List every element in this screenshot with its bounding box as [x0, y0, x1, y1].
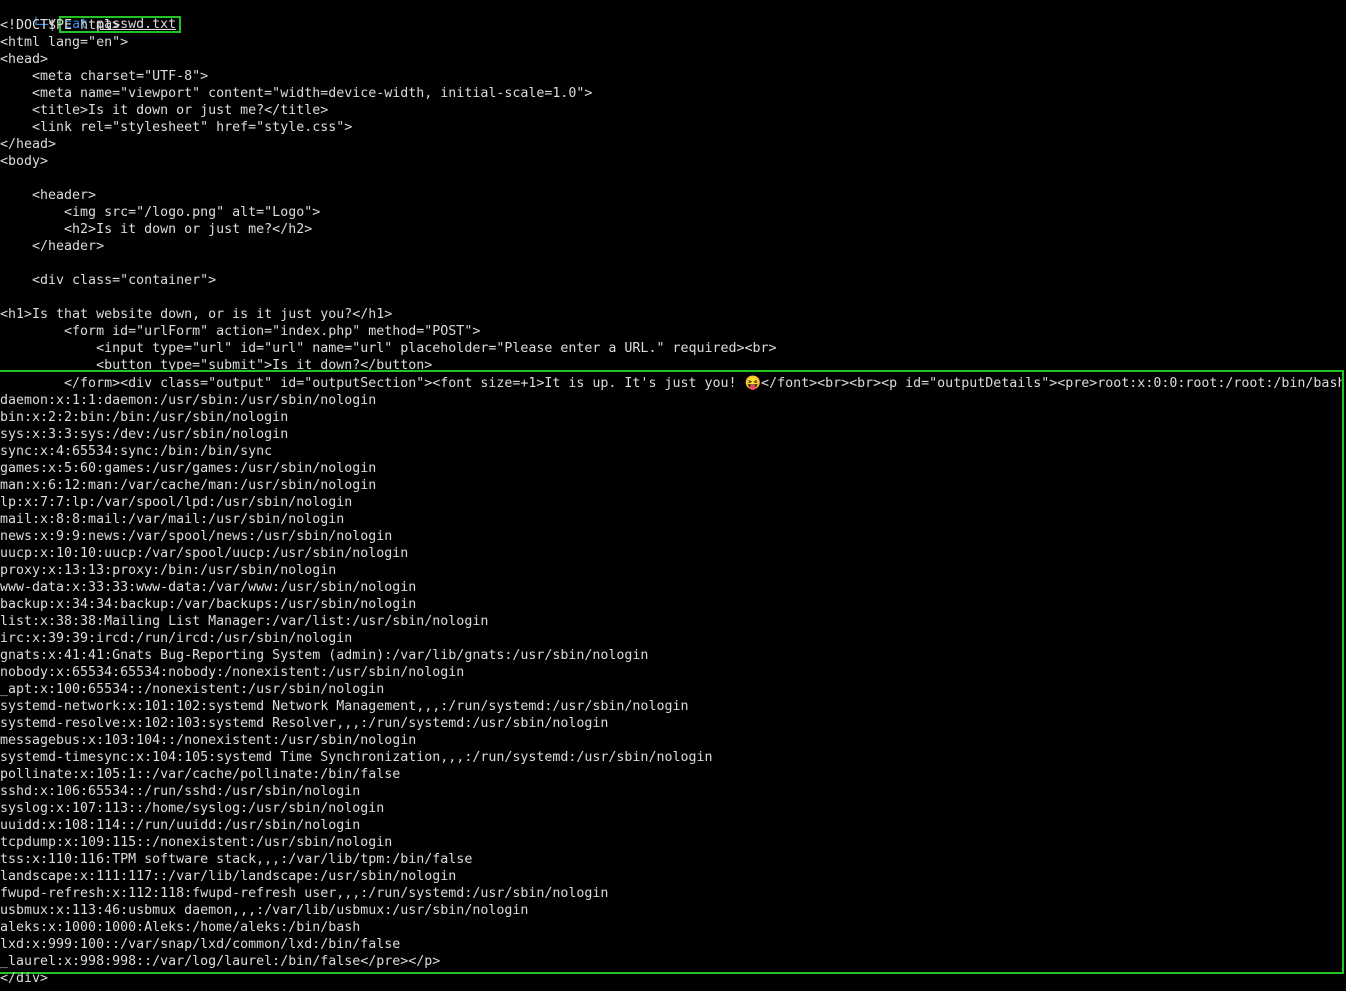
source-line: <html lang="en"> [0, 35, 129, 50]
source-line: <body> [0, 154, 49, 169]
source-line: <form id="urlForm" action="index.php" me… [0, 324, 481, 339]
passwd-entry-line: _apt:x:100:65534::/nonexistent:/usr/sbin… [0, 682, 385, 697]
passwd-entry-line: www-data:x:33:33:www-data:/var/www:/usr/… [0, 580, 417, 595]
source-line: <!DOCTYPE html> [0, 18, 121, 33]
passwd-entry-line: systemd-timesync:x:104:105:systemd Time … [0, 750, 713, 765]
source-line: <head> [0, 52, 49, 67]
passwd-entry-line: sync:x:4:65534:sync:/bin:/bin/sync [0, 444, 273, 459]
passwd-entry-line: bin:x:2:2:bin:/bin:/usr/sbin/nologin [0, 410, 289, 425]
passwd-entry-line: aleks:x:1000:1000:Aleks:/home/aleks:/bin… [0, 920, 361, 935]
passwd-entry-line: lxd:x:999:100::/var/snap/lxd/common/lxd:… [0, 937, 401, 952]
passwd-entry-line: messagebus:x:103:104::/nonexistent:/usr/… [0, 733, 417, 748]
passwd-entry-line: sshd:x:106:65534::/run/sshd:/usr/sbin/no… [0, 784, 361, 799]
passwd-entry-line: uucp:x:10:10:uucp:/var/spool/uucp:/usr/s… [0, 546, 409, 561]
passwd-entry-line: news:x:9:9:news:/var/spool/news:/usr/sbi… [0, 529, 393, 544]
source-line: <meta charset="UTF-8"> [0, 69, 209, 84]
passwd-output-highlight-box: </form><div class="output" id="outputSec… [0, 370, 1344, 974]
source-line: <div class="container"> [0, 273, 217, 288]
source-line: <h2>Is it down or just me?</h2> [0, 222, 313, 237]
passwd-entry-line: man:x:6:12:man:/var/cache/man:/usr/sbin/… [0, 478, 377, 493]
source-line: <button type="submit">Is it down?</butto… [0, 358, 433, 370]
source-line: <link rel="stylesheet" href="style.css"> [0, 120, 353, 135]
source-line: </head> [0, 137, 57, 152]
passwd-entry-line: proxy:x:13:13:proxy:/bin:/usr/sbin/nolog… [0, 563, 337, 578]
passwd-entry-line: landscape:x:111:117::/var/lib/landscape:… [0, 869, 457, 884]
passwd-entry-line: games:x:5:60:games:/usr/games:/usr/sbin/… [0, 461, 377, 476]
terminal-window[interactable]: └─$ cat passwd.txt <!DOCTYPE html> <html l… [0, 0, 1346, 991]
passwd-entry-line: nobody:x:65534:65534:nobody:/nonexistent… [0, 665, 465, 680]
source-line: <img src="/logo.png" alt="Logo"> [0, 205, 321, 220]
passwd-entry-line: syslog:x:107:113::/home/syslog:/usr/sbin… [0, 801, 385, 816]
passwd-entry-line: sys:x:3:3:sys:/dev:/usr/sbin/nologin [0, 427, 289, 442]
source-line: <input type="url" id="url" name="url" pl… [0, 341, 777, 356]
passwd-entry-line: _laurel:x:998:998::/var/log/laurel:/bin/… [0, 954, 441, 969]
passwd-entry-line: tcpdump:x:109:115::/nonexistent:/usr/sbi… [0, 835, 393, 850]
html-source-output: <!DOCTYPE html> <html lang="en"> <head> <m… [0, 17, 1346, 370]
passwd-entry-line: backup:x:34:34:backup:/var/backups:/usr/… [0, 597, 417, 612]
passwd-entry-line: list:x:38:38:Mailing List Manager:/var/l… [0, 614, 489, 629]
prompt-line: └─$ cat passwd.txt [0, 0, 182, 33]
passwd-entry-line: systemd-network:x:101:102:systemd Networ… [0, 699, 689, 714]
passwd-entry-line: pollinate:x:105:1::/var/cache/pollinate:… [0, 767, 401, 782]
closing-div-line: </div> [0, 971, 49, 986]
passwd-entry-line: </form><div class="output" id="outputSec… [0, 376, 1344, 391]
source-line: <title>Is it down or just me?</title> [0, 103, 329, 118]
passwd-entry-line: uuidd:x:108:114::/run/uuidd:/usr/sbin/no… [0, 818, 361, 833]
passwd-entry-line: usbmux:x:113:46:usbmux daemon,,,:/var/li… [0, 903, 529, 918]
source-line: <header> [0, 188, 97, 203]
source-line: <meta name="viewport" content="width=dev… [0, 86, 593, 101]
passwd-entry-line: fwupd-refresh:x:112:118:fwupd-refresh us… [0, 886, 609, 901]
passwd-entry-line: gnats:x:41:41:Gnats Bug-Reporting System… [0, 648, 649, 663]
passwd-entry-line: irc:x:39:39:ircd:/run/ircd:/usr/sbin/nol… [0, 631, 353, 646]
source-line: <h1>Is that website down, or is it just … [0, 307, 393, 322]
passwd-entry-line: systemd-resolve:x:102:103:systemd Resolv… [0, 716, 609, 731]
passwd-entry-line: mail:x:8:8:mail:/var/mail:/usr/sbin/nolo… [0, 512, 345, 527]
passwd-entry-line: lp:x:7:7:lp:/var/spool/lpd:/usr/sbin/nol… [0, 495, 353, 510]
passwd-entry-line: tss:x:110:116:TPM software stack,,,:/var… [0, 852, 473, 867]
passwd-entry-line: daemon:x:1:1:daemon:/usr/sbin:/usr/sbin/… [0, 393, 377, 408]
source-line: </header> [0, 239, 105, 254]
